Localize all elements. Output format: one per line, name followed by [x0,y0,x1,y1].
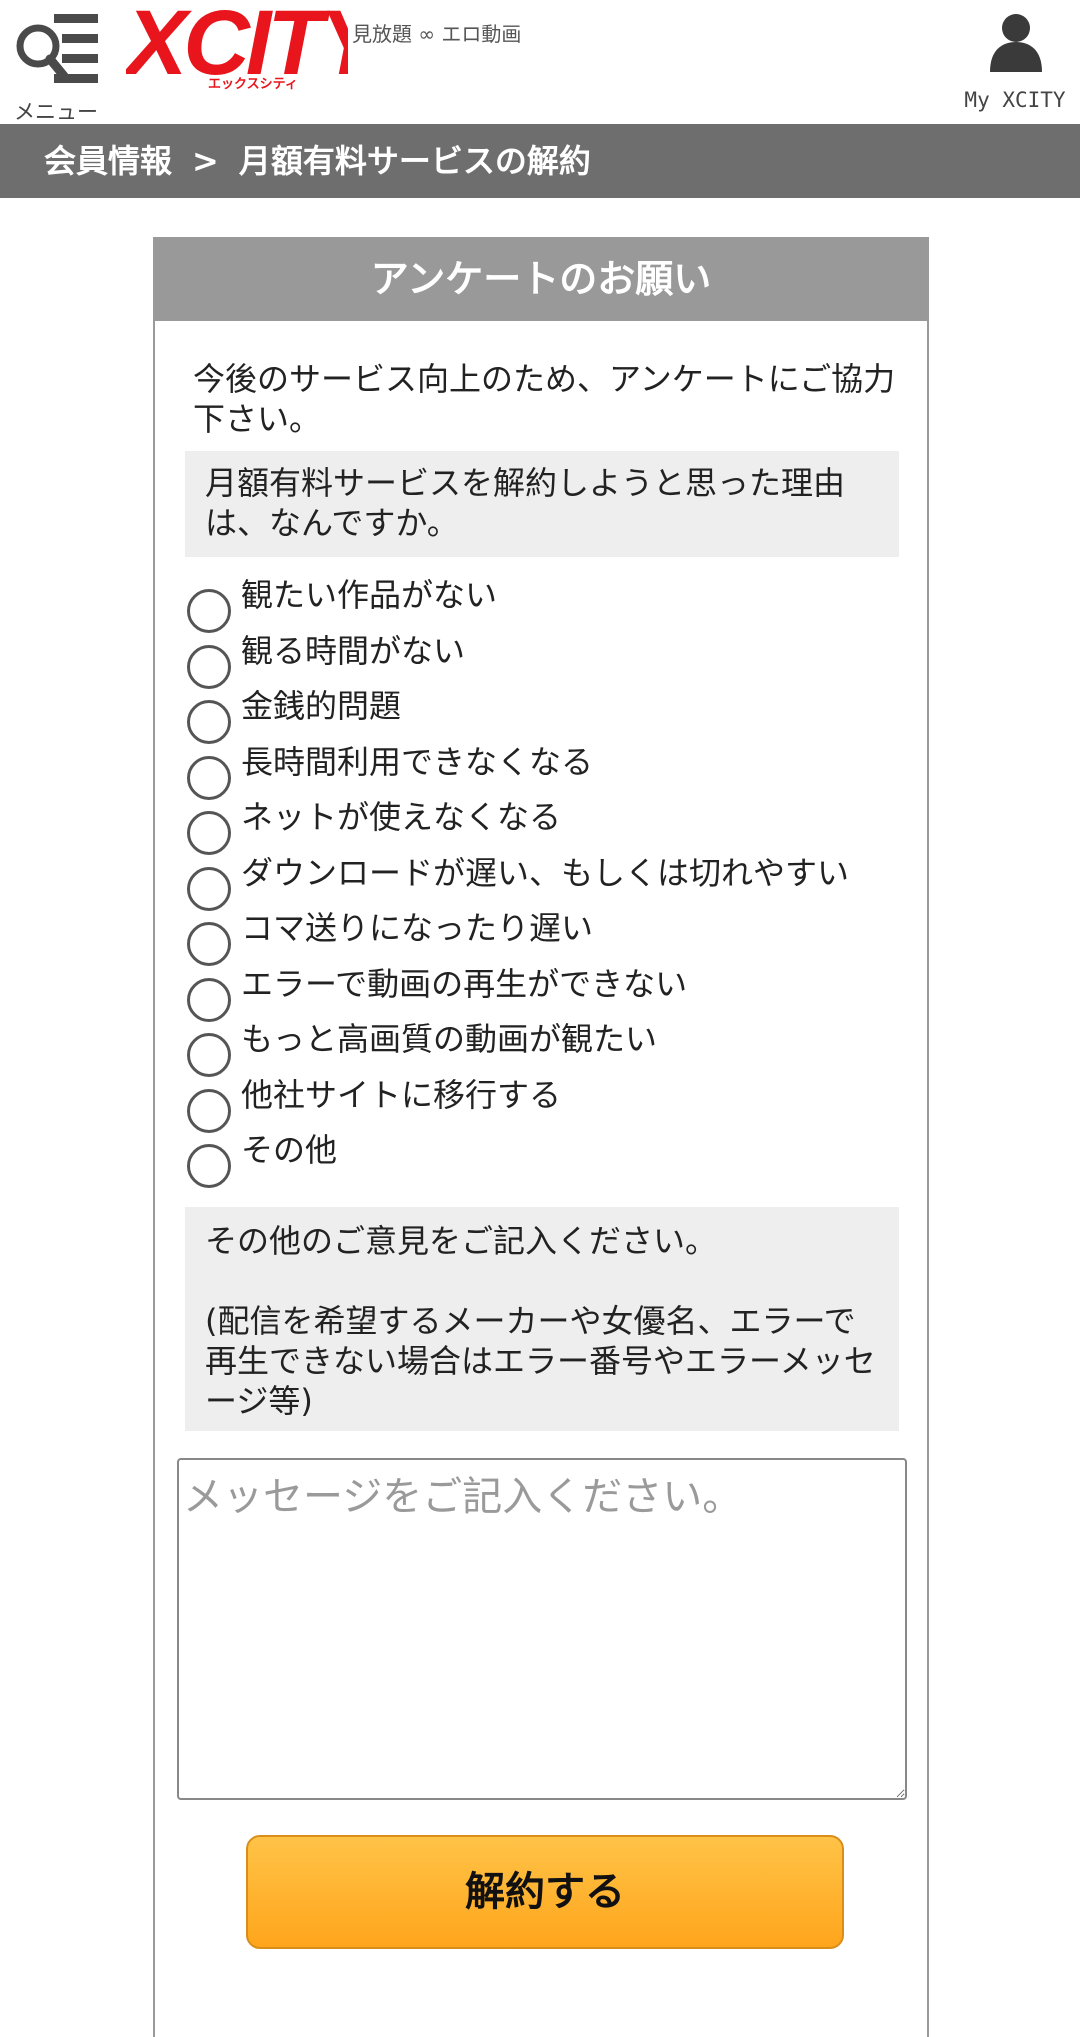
breadcrumb: 会員情報 > 月額有料サービスの解約 [0,124,1080,198]
survey-intro: 今後のサービス向上のため、アンケートにご協力下さい。 [193,360,896,438]
radio-button[interactable] [187,1033,231,1077]
reason-label[interactable]: コマ送りになったり遅い [241,908,593,948]
reason-option[interactable]: 長時間利用できなくなる [185,742,905,800]
radio-button[interactable] [187,589,231,633]
reason-label[interactable]: その他 [241,1130,337,1170]
logo-subtext: エックスシティ [208,77,298,92]
breadcrumb-parent[interactable]: 会員情報 [44,142,172,180]
radio-button[interactable] [187,644,231,689]
xcity-logo[interactable]: XCITY エックスシティ [121,0,393,94]
reason-label[interactable]: 観る時間がない [241,631,465,671]
reason-label[interactable]: ダウンロードが遅い、もしくは切れやすい [241,853,849,893]
message-textarea[interactable] [177,1458,907,1800]
reason-option[interactable]: ダウンロードが遅い、もしくは切れやすい [185,853,905,911]
reason-label[interactable]: 金銭的問題 [241,686,401,726]
reason-options: 観たい作品がない 観る時間がない 金銭的問題 長時間利用できなくなる ネットが使… [185,575,905,1188]
menu-button[interactable]: メニュー [10,12,100,124]
radio-button[interactable] [187,922,231,966]
other-prompt-text: その他のご意見をご記入ください。 [205,1222,718,1260]
radio-button[interactable] [187,1088,231,1133]
reason-label[interactable]: 観たい作品がない [241,575,497,615]
cancel-subscription-button[interactable]: 解約する [246,1835,844,1949]
reason-option[interactable]: エラーで動画の再生ができない [185,964,905,1022]
reason-label[interactable]: 他社サイトに移行する [241,1075,561,1115]
tagline: 見放題 ∞ エロ動画 [352,22,522,46]
reason-option[interactable]: ネットが使えなくなる [185,797,905,855]
reason-label[interactable]: エラーで動画の再生ができない [241,964,687,1004]
reason-option[interactable]: もっと高画質の動画が観たい [185,1019,905,1077]
radio-button[interactable] [187,811,231,855]
radio-button[interactable] [187,977,231,1022]
radio-button[interactable] [187,700,231,744]
reason-label[interactable]: もっと高画質の動画が観たい [241,1019,657,1059]
my-xcity-label: My XCITY [964,88,1066,112]
reason-option[interactable]: コマ送りになったり遅い [185,908,905,966]
survey-panel: アンケートのお願い 今後のサービス向上のため、アンケートにご協力下さい。 月額有… [153,237,929,2037]
breadcrumb-current: 月額有料サービスの解約 [238,142,591,180]
reason-label[interactable]: 長時間利用できなくなる [241,742,593,782]
survey-title: アンケートのお願い [155,239,927,321]
user-icon [990,14,1042,72]
reason-option[interactable]: 観る時間がない [185,631,905,689]
radio-button[interactable] [187,1144,231,1188]
reason-label[interactable]: ネットが使えなくなる [241,797,561,837]
radio-button[interactable] [187,755,231,800]
menu-search-icon [16,14,98,83]
radio-button[interactable] [187,866,231,911]
reason-option[interactable]: その他 [185,1130,905,1188]
menu-label: メニュー [14,100,98,124]
my-xcity-button[interactable]: My XCITY [960,10,1070,118]
other-note-text: (配信を希望するメーカーや女優名、エラーで再生できない場合はエラー番号やエラーメ… [205,1302,876,1420]
reason-option[interactable]: 他社サイトに移行する [185,1075,905,1133]
survey-question: 月額有料サービスを解約しようと思った理由は、なんですか。 [185,451,899,557]
reason-option[interactable]: 金銭的問題 [185,686,905,744]
other-comments-prompt: その他のご意見をご記入ください。 (配信を希望するメーカーや女優名、エラーで再生… [185,1207,899,1431]
site-header: メニュー XCITY エックスシティ 見放題 ∞ エロ動画 My XCITY [0,0,1080,124]
reason-option[interactable]: 観たい作品がない [185,575,905,633]
breadcrumb-separator: > [192,142,219,180]
